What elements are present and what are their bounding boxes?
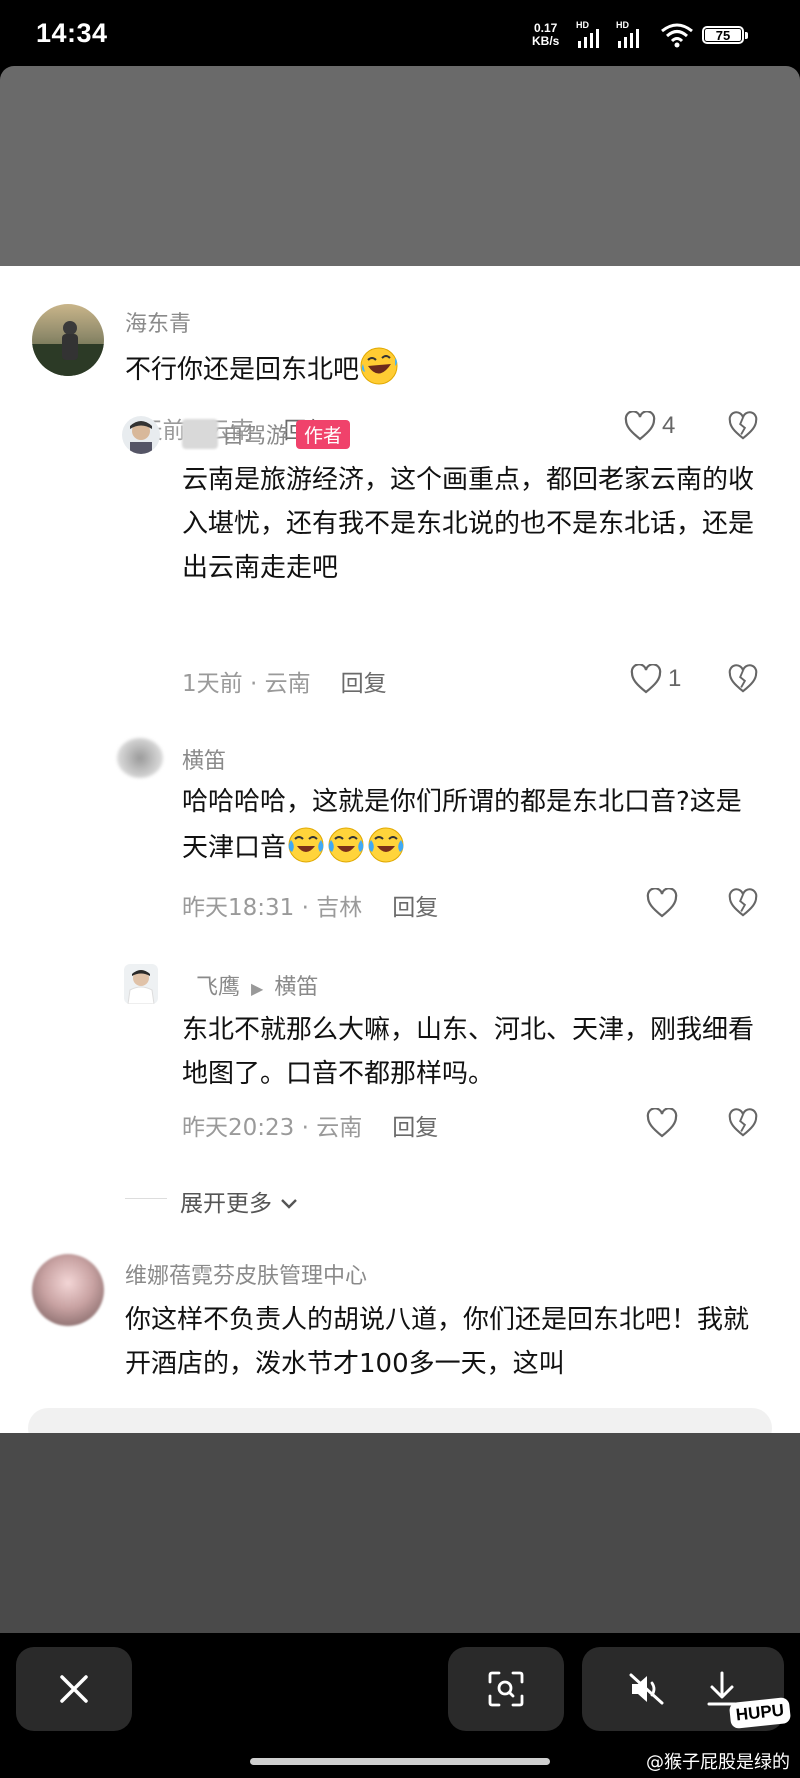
- comment-input-bar[interactable]: [28, 1408, 772, 1433]
- network-speed: 0.17 KB/s: [532, 21, 560, 48]
- video-dim-overlay-bottom: [0, 1433, 800, 1633]
- heart-icon: [630, 664, 662, 694]
- comment-text: 云南是旅游经济，这个画重点，都回老家云南的收入堪忧，还有我不是东北说的也不是东北…: [182, 465, 755, 583]
- like-button[interactable]: 1: [630, 664, 681, 694]
- scan-button[interactable]: [448, 1647, 564, 1731]
- like-button[interactable]: [646, 888, 678, 918]
- reply-button[interactable]: 回复: [392, 895, 438, 921]
- comment-text: 哈哈哈哈，这就是你们所谓的都是东北口音?这是天津口音: [182, 787, 742, 863]
- reply-arrow-icon: ▶: [251, 979, 264, 998]
- blurred-username-part: [182, 419, 218, 449]
- status-time: 14:34: [36, 18, 108, 48]
- close-icon: [60, 1675, 88, 1703]
- comment-username[interactable]: 飞鹰 ▶ 横笛: [196, 969, 318, 1001]
- close-button[interactable]: [16, 1647, 132, 1731]
- signal-icon-2: HD: [616, 20, 646, 48]
- heart-icon: [646, 888, 678, 918]
- expand-more-button[interactable]: 展开更多: [180, 1184, 299, 1218]
- signal-icon: HD: [576, 20, 606, 48]
- comment-username[interactable]: 维娜蓓霓芬皮肤管理中心: [125, 1258, 367, 1290]
- rofl-emoji-icon: [360, 347, 398, 385]
- avatar[interactable]: [122, 416, 160, 454]
- comment-meta: 1天前 · 云南回复: [182, 671, 387, 697]
- avatar[interactable]: [117, 738, 163, 778]
- home-indicator[interactable]: [250, 1758, 550, 1765]
- broken-heart-icon[interactable]: [728, 888, 758, 918]
- divider: [125, 1198, 167, 1199]
- avatar[interactable]: [124, 964, 158, 1004]
- comment-text: 东北不就那么大嘛，山东、河北、天津，刚我细看地图了。口音不都那样吗。: [182, 1015, 755, 1089]
- avatar[interactable]: [32, 304, 104, 376]
- chevron-down-icon: [281, 1199, 298, 1209]
- reply-button[interactable]: 回复: [392, 1115, 438, 1141]
- heart-icon: [624, 411, 656, 441]
- heart-icon: [646, 1108, 678, 1138]
- battery-icon: 75: [702, 26, 748, 44]
- comment-username[interactable]: 横笛: [182, 743, 226, 775]
- author-badge: 作者: [296, 419, 351, 449]
- crying-laughing-emoji-icon: [328, 827, 364, 863]
- like-button[interactable]: [646, 1108, 678, 1138]
- broken-heart-icon[interactable]: [728, 664, 758, 694]
- crying-laughing-emoji-icon: [288, 827, 324, 863]
- comment-text: 你这样不负责人的胡说八道，你们还是回东北吧！我就开酒店的，泼水节才100多一天，…: [125, 1305, 750, 1379]
- crying-laughing-emoji-icon: [368, 827, 404, 863]
- comment-text: 不行你还是回东北吧: [125, 346, 725, 392]
- like-count: 4: [662, 412, 676, 439]
- status-bar: 14:34 0.17 KB/s HD HD 75: [0, 0, 800, 70]
- scan-icon: [488, 1671, 524, 1707]
- like-button[interactable]: 4: [624, 411, 675, 441]
- comment-username[interactable]: 海东青: [125, 306, 191, 338]
- wifi-icon: [661, 23, 693, 48]
- video-dim-overlay[interactable]: [0, 66, 800, 266]
- comment-panel: 海东青 不行你还是回东北吧 1天前 · 云南回复 4 自驾游: [0, 266, 800, 1433]
- avatar[interactable]: [32, 1254, 104, 1326]
- broken-heart-icon[interactable]: [728, 411, 758, 441]
- broken-heart-icon[interactable]: [728, 1108, 758, 1138]
- mute-icon[interactable]: [628, 1672, 666, 1706]
- watermark-text: @猴子屁股是绿的: [646, 1752, 790, 1773]
- like-count: 1: [668, 665, 682, 692]
- comment-username[interactable]: 自驾游 作者: [182, 418, 351, 450]
- reply-button[interactable]: 回复: [341, 671, 387, 697]
- comment-meta: 昨天18:31 · 吉林 回复: [182, 895, 439, 921]
- comment-meta: 昨天20:23 · 云南 回复: [182, 1115, 439, 1141]
